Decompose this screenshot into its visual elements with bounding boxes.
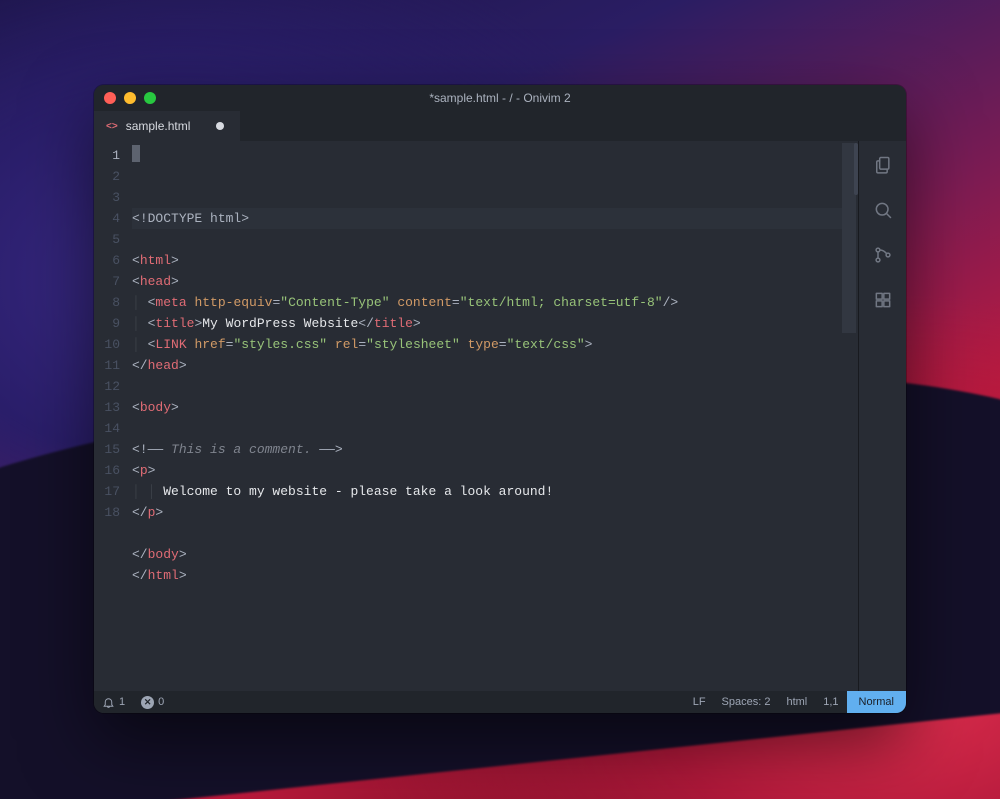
line-number[interactable]: 11 <box>94 355 128 376</box>
code-line[interactable] <box>132 418 842 439</box>
bell-icon <box>102 696 115 709</box>
files-icon[interactable] <box>873 155 893 180</box>
line-number[interactable]: 6 <box>94 250 128 271</box>
activity-bar <box>858 141 906 691</box>
line-number[interactable]: 7 <box>94 271 128 292</box>
indentation-selector[interactable]: Spaces: 2 <box>714 691 779 713</box>
line-number[interactable]: 17 <box>94 481 128 502</box>
extensions-icon[interactable] <box>873 290 893 315</box>
notifications-button[interactable]: 1 <box>94 691 133 713</box>
zoom-window-button[interactable] <box>144 92 156 104</box>
line-number[interactable]: 16 <box>94 460 128 481</box>
minimize-window-button[interactable] <box>124 92 136 104</box>
line-number[interactable]: 15 <box>94 439 128 460</box>
line-ending-selector[interactable]: LF <box>685 691 714 713</box>
traffic-lights <box>104 92 156 104</box>
title-bar[interactable]: *sample.html - / - Onivim 2 <box>94 85 906 111</box>
close-window-button[interactable] <box>104 92 116 104</box>
line-number[interactable]: 18 <box>94 502 128 523</box>
line-number[interactable]: 1 <box>94 145 128 166</box>
app-window: *sample.html - / - Onivim 2 <> sample.ht… <box>94 85 906 713</box>
tab-bar: <> sample.html <box>94 111 906 141</box>
code-line[interactable]: <head> <box>132 271 842 292</box>
code-line[interactable]: </p> <box>132 502 842 523</box>
window-title: *sample.html - / - Onivim 2 <box>429 91 570 105</box>
cursor-position[interactable]: 1,1 <box>815 691 846 713</box>
vim-mode-indicator[interactable]: Normal <box>847 691 906 713</box>
minimap-scrollbar[interactable] <box>842 141 858 691</box>
line-number[interactable]: 9 <box>94 313 128 334</box>
notifications-count: 1 <box>119 696 125 708</box>
line-number-gutter[interactable]: 123456789101112131415161718 <box>94 141 128 691</box>
code-line[interactable]: </html> <box>132 565 842 586</box>
code-line[interactable] <box>132 523 842 544</box>
line-number[interactable]: 5 <box>94 229 128 250</box>
editor-body: 123456789101112131415161718 <!DOCTYPE ht… <box>94 141 906 691</box>
code-line[interactable]: <html> <box>132 250 842 271</box>
html-filetype-icon: <> <box>106 121 118 132</box>
code-line[interactable]: │ <title>My WordPress Website</title> <box>132 313 842 334</box>
language-mode-selector[interactable]: html <box>778 691 815 713</box>
code-editor[interactable]: <!DOCTYPE html> <html><head>│ <meta http-… <box>128 141 842 691</box>
code-line[interactable] <box>132 376 842 397</box>
error-icon: ✕ <box>141 696 154 709</box>
code-line[interactable]: </body> <box>132 544 842 565</box>
dirty-indicator-icon[interactable] <box>216 122 224 130</box>
line-number[interactable]: 2 <box>94 166 128 187</box>
errors-button[interactable]: ✕ 0 <box>133 691 172 713</box>
code-line[interactable]: <!DOCTYPE html> <box>132 208 842 229</box>
search-icon[interactable] <box>873 200 893 225</box>
line-number[interactable]: 10 <box>94 334 128 355</box>
code-line[interactable]: │ <LINK href="styles.css" rel="styleshee… <box>132 334 842 355</box>
editor-area: 123456789101112131415161718 <!DOCTYPE ht… <box>94 141 858 691</box>
line-number[interactable]: 14 <box>94 418 128 439</box>
tab-label: sample.html <box>126 119 191 133</box>
code-line[interactable]: <!—— This is a comment. ——> <box>132 439 842 460</box>
status-bar: 1 ✕ 0 LF Spaces: 2 html 1,1 Normal <box>94 691 906 713</box>
line-number[interactable]: 4 <box>94 208 128 229</box>
tab-sample-html[interactable]: <> sample.html <box>94 111 240 141</box>
line-number[interactable]: 13 <box>94 397 128 418</box>
source-control-icon[interactable] <box>873 245 893 270</box>
code-line[interactable]: </head> <box>132 355 842 376</box>
line-number[interactable]: 8 <box>94 292 128 313</box>
line-number[interactable]: 12 <box>94 376 128 397</box>
code-line[interactable] <box>132 229 842 250</box>
text-cursor <box>132 145 140 162</box>
code-line[interactable]: <body> <box>132 397 842 418</box>
code-line[interactable]: │ <meta http-equiv="Content-Type" conten… <box>132 292 842 313</box>
errors-count: 0 <box>158 696 164 708</box>
line-number[interactable]: 3 <box>94 187 128 208</box>
code-line[interactable]: │ │ Welcome to my website - please take … <box>132 481 842 502</box>
code-line[interactable]: <p> <box>132 460 842 481</box>
